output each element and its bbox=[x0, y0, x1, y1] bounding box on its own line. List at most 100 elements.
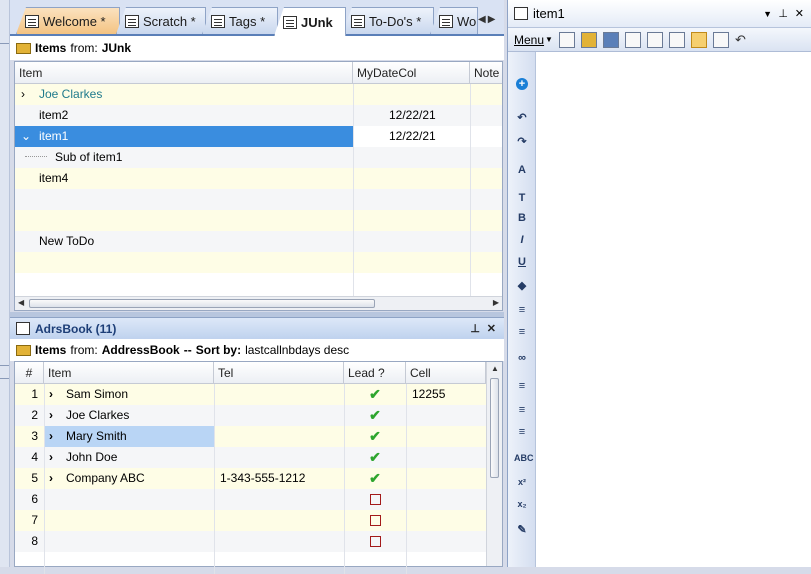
link-icon[interactable]: ∞ bbox=[514, 350, 530, 366]
item-cell[interactable]: Mary Smith bbox=[45, 426, 214, 447]
table-row[interactable]: New ToDo bbox=[15, 231, 502, 252]
table-row[interactable] bbox=[15, 210, 502, 231]
item-cell[interactable]: item4 bbox=[35, 168, 351, 189]
table-row[interactable]: item4 bbox=[15, 168, 502, 189]
superscript-icon[interactable]: x² bbox=[514, 474, 530, 490]
expand-toggle-icon[interactable] bbox=[17, 105, 33, 126]
scrollbar-thumb[interactable] bbox=[29, 299, 375, 308]
scroll-right-icon[interactable]: ▶ bbox=[488, 14, 496, 25]
table-row[interactable]: 1 › Sam Simon ✔ 12255 bbox=[15, 384, 502, 405]
date-cell[interactable] bbox=[385, 252, 465, 273]
expand-toggle-icon[interactable]: › bbox=[45, 468, 59, 489]
tel-cell[interactable] bbox=[216, 384, 344, 405]
expand-toggle-icon[interactable] bbox=[17, 189, 33, 210]
table-row[interactable] bbox=[15, 189, 502, 210]
horizontal-scrollbar[interactable]: ◀ ▶ bbox=[15, 296, 502, 310]
dropdown-icon[interactable]: ▼ bbox=[763, 9, 772, 19]
date-cell[interactable] bbox=[385, 231, 465, 252]
indent-icon[interactable]: ≡ bbox=[514, 402, 530, 418]
column-header-note[interactable]: Note bbox=[470, 62, 510, 84]
tab-welcome[interactable]: Welcome * bbox=[16, 7, 120, 34]
save-icon[interactable] bbox=[602, 31, 619, 48]
item-cell[interactable]: Company ABC bbox=[62, 468, 214, 489]
date-cell[interactable] bbox=[385, 210, 465, 231]
scrollbar-thumb[interactable] bbox=[490, 378, 499, 478]
lead-checked-icon[interactable]: ✔ bbox=[344, 447, 406, 468]
tel-cell[interactable] bbox=[216, 447, 344, 468]
table-row[interactable]: Sub of item1 bbox=[15, 147, 502, 168]
table-row[interactable]: 4 › John Doe ✔ bbox=[15, 447, 502, 468]
item-cell[interactable] bbox=[35, 252, 351, 273]
pin-icon[interactable]: ⊥ bbox=[778, 7, 788, 20]
table-row[interactable]: 8 bbox=[15, 531, 502, 552]
open-folder-icon[interactable] bbox=[580, 31, 597, 48]
cell-phone-cell[interactable] bbox=[408, 468, 484, 489]
column-header-tel[interactable]: Tel bbox=[214, 362, 344, 384]
bold-icon[interactable]: B bbox=[514, 210, 530, 226]
tel-cell[interactable] bbox=[216, 426, 344, 447]
date-cell[interactable] bbox=[385, 147, 465, 168]
item-cell[interactable] bbox=[35, 210, 351, 231]
expand-toggle-icon[interactable]: ⌄ bbox=[17, 126, 33, 147]
redo-icon[interactable]: ↷ bbox=[514, 134, 530, 150]
left-collapsed-panel[interactable] bbox=[0, 0, 10, 567]
undo-icon[interactable]: ↶ bbox=[735, 32, 746, 48]
align-left-icon[interactable]: ≡ bbox=[514, 378, 530, 394]
expand-icon[interactable] bbox=[712, 31, 729, 48]
new-document-icon[interactable] bbox=[558, 31, 575, 48]
table-row[interactable]: 2 › Joe Clarkes ✔ bbox=[15, 405, 502, 426]
date-cell[interactable] bbox=[385, 84, 465, 105]
pin-icon[interactable]: ⊥ bbox=[470, 322, 480, 335]
tel-cell[interactable]: 1-343-555-1212 bbox=[216, 468, 344, 489]
date-cell[interactable]: 12/22/21 bbox=[385, 126, 465, 147]
undo-icon[interactable]: ↶ bbox=[514, 110, 530, 126]
item-cell[interactable]: item1 bbox=[15, 126, 353, 147]
vertical-scrollbar[interactable]: ▲ bbox=[486, 362, 502, 566]
underline-icon[interactable]: U bbox=[514, 254, 530, 270]
table-row[interactable]: 7 bbox=[15, 510, 502, 531]
lead-unchecked-box[interactable] bbox=[344, 489, 406, 510]
table-row[interactable]: › Joe Clarkes bbox=[15, 84, 502, 105]
lead-checked-icon[interactable]: ✔ bbox=[344, 405, 406, 426]
expand-toggle-icon[interactable] bbox=[17, 168, 33, 189]
expand-toggle-icon[interactable]: › bbox=[17, 84, 33, 105]
spellcheck-icon[interactable]: ABC bbox=[514, 450, 534, 466]
lead-unchecked-box[interactable] bbox=[344, 531, 406, 552]
table-row[interactable] bbox=[15, 252, 502, 273]
expand-toggle-icon[interactable]: › bbox=[45, 384, 59, 405]
expand-toggle-icon[interactable] bbox=[17, 231, 33, 252]
expand-toggle-icon[interactable]: › bbox=[45, 447, 59, 468]
item-cell[interactable]: Joe Clarkes bbox=[62, 405, 214, 426]
text-style-icon[interactable]: T bbox=[514, 190, 530, 206]
tab-wo[interactable]: Wo bbox=[430, 7, 478, 34]
lead-checked-icon[interactable]: ✔ bbox=[344, 468, 406, 489]
item-cell[interactable]: Sub of item1 bbox=[51, 147, 351, 168]
magic-wand-icon[interactable]: ✎ bbox=[514, 522, 530, 538]
outdent-icon[interactable]: ≡ bbox=[514, 424, 530, 440]
item-cell[interactable]: item2 bbox=[35, 105, 351, 126]
item-cell[interactable] bbox=[62, 510, 214, 531]
menu-button[interactable]: Menu bbox=[514, 33, 544, 47]
cell-phone-cell[interactable] bbox=[408, 531, 484, 552]
column-header-mydatecol[interactable]: MyDateCol bbox=[353, 62, 470, 84]
date-cell[interactable] bbox=[385, 189, 465, 210]
lead-checked-icon[interactable]: ✔ bbox=[344, 426, 406, 447]
close-icon[interactable]: ✕ bbox=[795, 7, 804, 20]
expand-toggle-icon[interactable] bbox=[17, 210, 33, 231]
lead-unchecked-box[interactable] bbox=[344, 510, 406, 531]
column-header-item[interactable]: Item bbox=[44, 362, 214, 384]
cell-phone-cell[interactable] bbox=[408, 426, 484, 447]
tab-scratch[interactable]: Scratch * bbox=[116, 7, 206, 34]
column-header-number[interactable]: # bbox=[15, 362, 44, 384]
expand-toggle-icon[interactable]: › bbox=[45, 426, 59, 447]
cell-phone-cell[interactable]: 12255 bbox=[408, 384, 484, 405]
scroll-right-icon[interactable]: ▶ bbox=[493, 298, 499, 307]
item-cell[interactable]: Sam Simon bbox=[62, 384, 214, 405]
tab-tags[interactable]: Tags * bbox=[202, 7, 278, 34]
cell-phone-cell[interactable] bbox=[408, 405, 484, 426]
addressbook-grid[interactable]: # Item Tel Lead ? Cell 1 › Sam Simon ✔ 12255… bbox=[14, 361, 503, 574]
scroll-up-icon[interactable]: ▲ bbox=[491, 364, 499, 373]
preview-icon[interactable] bbox=[668, 31, 685, 48]
item-cell[interactable]: John Doe bbox=[62, 447, 214, 468]
print-icon[interactable] bbox=[646, 31, 663, 48]
